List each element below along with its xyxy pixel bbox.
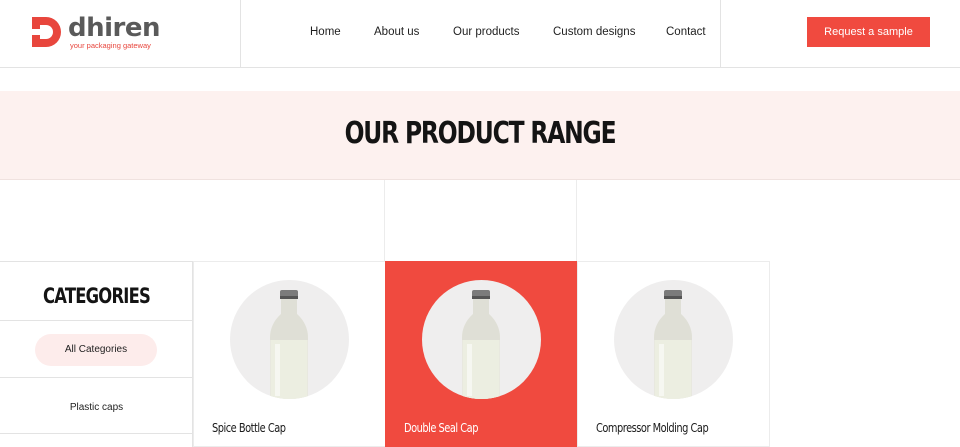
page-title: OUR PRODUCT RANGE [344,116,617,151]
categories-panel: CATEGORIES All Categories Plastic caps [0,261,193,447]
main-nav: Home About us Our products Custom design… [241,0,721,68]
milk-bottle-icon [270,290,308,399]
product-image [422,280,541,399]
product-card-highlighted[interactable]: Double Seal Cap [385,261,578,447]
product-name: Compressor Molding Cap [596,421,709,435]
site-header: dhiren your packaging gateway Home About… [0,0,960,68]
product-name: Spice Bottle Cap [212,421,286,435]
milk-bottle-icon [654,290,692,399]
divider [0,433,193,434]
grid-divider [576,180,577,262]
request-sample-button[interactable]: Request a sample [807,17,930,47]
product-image [614,280,733,399]
divider [0,320,193,321]
nav-our-products[interactable]: Our products [453,25,519,39]
hero-banner: OUR PRODUCT RANGE [0,91,960,180]
nav-custom-designs[interactable]: Custom designs [553,25,635,39]
product-card[interactable]: Compressor Molding Cap [577,261,770,447]
nav-contact[interactable]: Contact [666,25,706,39]
logo[interactable]: dhiren your packaging gateway [0,0,241,68]
category-plastic-caps[interactable]: Plastic caps [0,402,193,414]
product-image [230,280,349,399]
logo-name: dhiren [68,13,161,43]
category-all[interactable]: All Categories [35,334,157,366]
grid-divider [384,180,385,262]
dhiren-logo-icon [32,17,61,47]
categories-title: CATEGORIES [42,284,151,308]
nav-about-us[interactable]: About us [374,25,419,39]
nav-home[interactable]: Home [310,25,341,39]
milk-bottle-icon [462,290,500,399]
product-name: Double Seal Cap [404,421,478,435]
logo-tagline: your packaging gateway [70,41,151,50]
divider [0,377,193,378]
product-card[interactable]: Spice Bottle Cap [193,261,386,447]
